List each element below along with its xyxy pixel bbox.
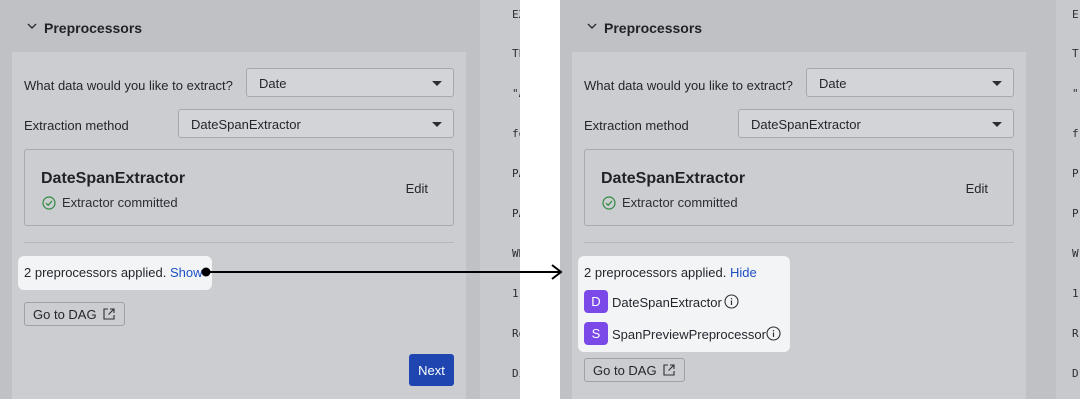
code-line: " <box>1072 87 1079 100</box>
screenshot-after: Preprocessors What data would you like t… <box>560 0 1080 399</box>
extract-data-value: Date <box>819 76 847 91</box>
edit-button[interactable]: Edit <box>406 181 428 196</box>
code-line: Th <box>512 47 520 60</box>
divider <box>24 242 454 243</box>
extraction-method-select[interactable]: DateSpanExtractor <box>178 109 454 138</box>
preprocessor-name: DateSpanExtractor <box>612 295 722 310</box>
panel-header[interactable]: Preprocessors <box>12 6 466 52</box>
extract-question-label: What data would you like to extract? <box>24 78 233 93</box>
chevron-down-icon[interactable] <box>585 19 599 33</box>
preprocessors-panel: Preprocessors What data would you like t… <box>12 6 466 399</box>
extractor-card-title: DateSpanExtractor <box>601 170 746 187</box>
panel-title: Preprocessors <box>604 20 703 36</box>
preprocessor-badge: S <box>584 322 608 345</box>
panel-title: Preprocessors <box>44 20 143 36</box>
chevron-down-icon[interactable] <box>25 19 39 33</box>
code-line: 1 <box>1072 287 1079 300</box>
extractor-status: Extractor committed <box>62 195 178 210</box>
preprocessors-applied-text: 2 preprocessors applied. <box>584 265 727 280</box>
code-line: E <box>1072 8 1079 21</box>
go-to-dag-label: Go to DAG <box>593 363 657 378</box>
code-line: WH <box>512 247 520 260</box>
info-icon[interactable] <box>724 294 739 309</box>
go-to-dag-button[interactable]: Go to DAG <box>584 358 685 382</box>
preprocessors-applied-row: 2 preprocessors applied. Show <box>24 265 203 280</box>
caret-down-icon <box>432 81 442 86</box>
extraction-method-select[interactable]: DateSpanExtractor <box>738 109 1014 138</box>
caret-down-icon <box>992 122 1002 127</box>
check-circle-icon <box>602 196 616 210</box>
extraction-method-value: DateSpanExtractor <box>751 117 861 132</box>
hide-link[interactable]: Hide <box>730 265 757 280</box>
external-link-icon <box>663 364 675 376</box>
caret-down-icon <box>992 81 1002 86</box>
code-line: PA <box>512 167 520 180</box>
code-line: fo <box>512 127 520 140</box>
extractor-card: DateSpanExtractor Extractor committed Ed… <box>584 149 1014 226</box>
extraction-method-label: Extraction method <box>24 118 129 133</box>
check-circle-icon <box>42 196 56 210</box>
code-line: f <box>1072 127 1079 140</box>
extract-data-value: Date <box>259 76 287 91</box>
screenshot-before: Preprocessors What data would you like t… <box>0 0 520 399</box>
code-line: "A <box>512 87 520 100</box>
code-line: Di <box>512 367 520 380</box>
preprocessor-name: SpanPreviewPreprocessor <box>612 327 766 342</box>
extractor-card-title: DateSpanExtractor <box>41 170 186 187</box>
external-link-icon <box>103 308 115 320</box>
extract-data-select[interactable]: Date <box>246 68 454 97</box>
extract-data-select[interactable]: Date <box>806 68 1014 97</box>
next-label: Next <box>418 363 445 378</box>
extract-question-label: What data would you like to extract? <box>584 78 793 93</box>
show-link[interactable]: Show <box>170 265 203 280</box>
code-line: P <box>1072 167 1079 180</box>
code-preview: EX Th "A fo PA PA WH 1. Re Di <box>480 0 520 399</box>
code-line: 1. <box>512 287 520 300</box>
code-line: PA <box>512 207 520 220</box>
extraction-method-label: Extraction method <box>584 118 689 133</box>
divider <box>584 242 1014 243</box>
caret-down-icon <box>432 122 442 127</box>
next-button[interactable]: Next <box>409 354 454 386</box>
go-to-dag-label: Go to DAG <box>33 307 97 322</box>
code-line: EX <box>512 8 520 21</box>
preprocessors-applied-text: 2 preprocessors applied. <box>24 265 167 280</box>
extraction-method-value: DateSpanExtractor <box>191 117 301 132</box>
code-line: P <box>1072 207 1079 220</box>
code-preview: E T " f P P W 1 R D <box>1056 0 1080 399</box>
go-to-dag-button[interactable]: Go to DAG <box>24 302 125 326</box>
panel-header[interactable]: Preprocessors <box>572 6 1026 52</box>
code-line: T <box>1072 47 1079 60</box>
extractor-card: DateSpanExtractor Extractor committed Ed… <box>24 149 454 226</box>
code-line: D <box>1072 367 1079 380</box>
preprocessor-badge: D <box>584 290 608 313</box>
info-icon[interactable] <box>766 326 781 341</box>
extractor-status: Extractor committed <box>622 195 738 210</box>
code-line: Re <box>512 327 520 340</box>
preprocessors-panel: Preprocessors What data would you like t… <box>572 6 1026 399</box>
preprocessors-applied-row: 2 preprocessors applied. Hide <box>584 265 757 280</box>
edit-button[interactable]: Edit <box>966 181 988 196</box>
code-line: R <box>1072 327 1079 340</box>
code-line: W <box>1072 247 1079 260</box>
